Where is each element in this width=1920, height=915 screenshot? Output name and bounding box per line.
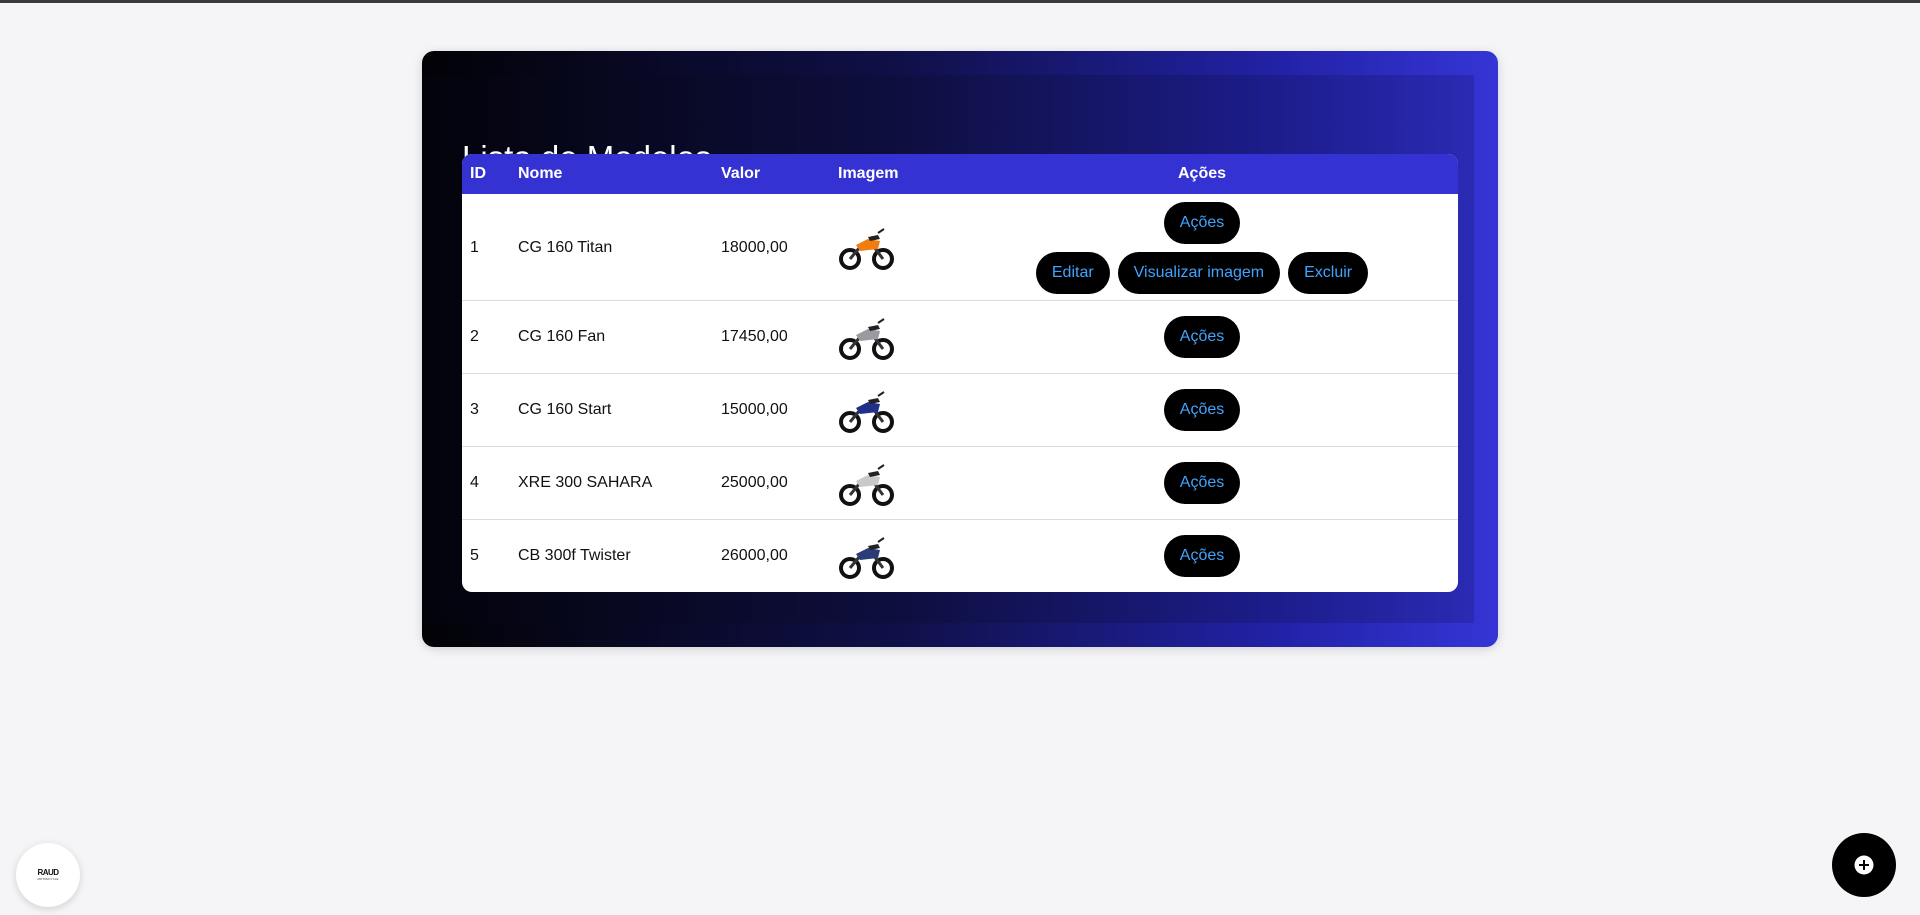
actions-button[interactable]: Ações (1163, 535, 1241, 577)
view-image-button[interactable]: Visualizar imagem (1117, 252, 1281, 294)
motorcycle-image[interactable] (838, 455, 894, 511)
actions-button[interactable]: Ações (1163, 389, 1241, 431)
motorcycle-image[interactable] (838, 219, 894, 275)
brand-logo[interactable]: RAUD MOTORCYCLE (16, 843, 80, 907)
motorcycle-image[interactable] (838, 528, 894, 584)
cell-valor: 26000,00 (721, 547, 788, 564)
table-row: 3 CG 160 Start 15000,00 Ações (462, 374, 1458, 447)
cell-valor: 25000,00 (721, 474, 788, 491)
cell-nome: CG 160 Titan (518, 239, 613, 256)
cell-valor: 17450,00 (721, 328, 788, 345)
cell-id: 2 (470, 328, 479, 345)
add-model-button[interactable] (1832, 833, 1896, 897)
cell-nome: XRE 300 SAHARA (518, 474, 653, 491)
models-table: ID Nome Valor Imagem Ações 1 CG 160 Tita… (462, 154, 1458, 592)
logo-subtext: MOTORCYCLE (37, 877, 59, 881)
actions-button[interactable]: Ações (1163, 316, 1241, 358)
cell-id: 3 (470, 401, 479, 418)
actions-button[interactable]: Ações (1163, 202, 1241, 244)
actions-cell: Ações (1002, 316, 1402, 358)
header-imagem: Imagem (838, 165, 899, 182)
delete-button[interactable]: Excluir (1288, 252, 1369, 294)
cell-id: 5 (470, 547, 479, 564)
table-row: 1 CG 160 Titan 18000,00 Ações Editar Visu… (462, 194, 1458, 301)
motorcycle-icon (839, 228, 894, 270)
table-row: 2 CG 160 Fan 17450,00 Ações (462, 301, 1458, 374)
actions-button[interactable]: Ações (1163, 462, 1241, 504)
actions-cell: Ações Editar Visualizar imagem Excluir (1002, 202, 1402, 294)
motorcycle-icon (839, 318, 894, 360)
table-row: 4 XRE 300 SAHARA 25000,00 Ações (462, 447, 1458, 520)
table-header: ID Nome Valor Imagem Ações (462, 154, 1458, 194)
models-panel: Lista de Modelos ID Nome Valor Imagem Aç… (422, 51, 1498, 647)
logo-text: RAUD (37, 868, 59, 877)
cell-id: 1 (470, 239, 479, 256)
edit-button[interactable]: Editar (1035, 252, 1110, 294)
actions-cell: Ações (1002, 535, 1402, 577)
cell-id: 4 (470, 474, 479, 491)
motorcycle-image[interactable] (838, 309, 894, 365)
cell-nome: CG 160 Fan (518, 328, 606, 345)
motorcycle-image[interactable] (838, 382, 894, 438)
header-nome: Nome (518, 165, 563, 182)
cell-nome: CB 300f Twister (518, 547, 631, 564)
actions-cell: Ações (1002, 462, 1402, 504)
motorcycle-icon (839, 391, 894, 433)
expanded-actions: Editar Visualizar imagem Excluir (1002, 252, 1402, 294)
plus-circle-icon (1854, 855, 1874, 875)
top-border (0, 0, 1920, 3)
cell-valor: 15000,00 (721, 401, 788, 418)
header-id: ID (470, 165, 486, 182)
motorcycle-icon (839, 537, 894, 579)
cell-nome: CG 160 Start (518, 401, 612, 418)
header-acoes: Ações (1177, 165, 1227, 182)
header-valor: Valor (721, 165, 761, 182)
actions-cell: Ações (1002, 389, 1402, 431)
cell-valor: 18000,00 (721, 239, 788, 256)
motorcycle-icon (839, 464, 894, 506)
table-row: 5 CB 300f Twister 26000,00 Ações (462, 520, 1458, 592)
